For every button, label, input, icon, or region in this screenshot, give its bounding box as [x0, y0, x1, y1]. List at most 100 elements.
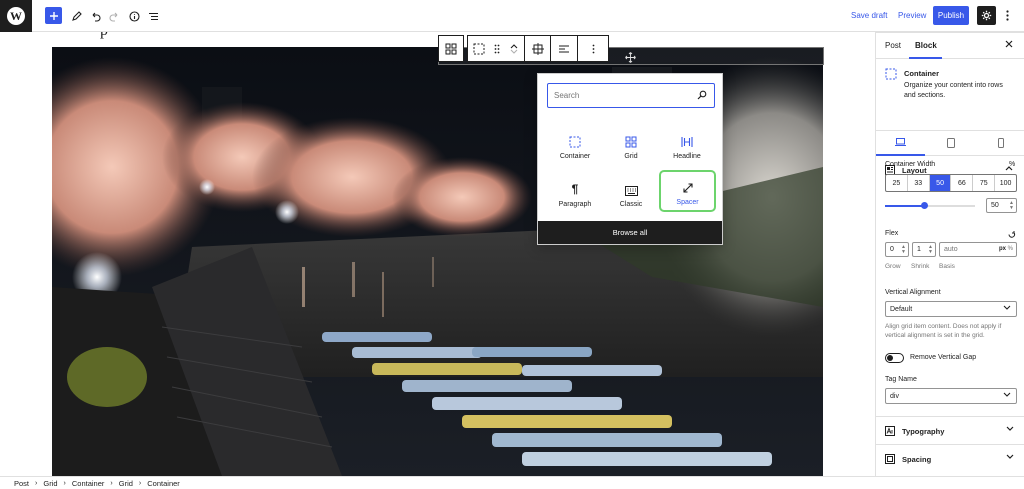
block-breadcrumb: Post › Grid › Container › Grid › Contain… [0, 476, 1024, 489]
block-name: Container [904, 69, 940, 78]
stepper-arrows-icon[interactable]: ▲ ▼ [901, 245, 906, 255]
change-alignment-button[interactable] [525, 36, 551, 61]
details-button[interactable] [124, 6, 144, 26]
close-sidebar-button[interactable] [1005, 39, 1013, 51]
width-option-100[interactable]: 100 [995, 175, 1016, 191]
width-option-75[interactable]: 75 [973, 175, 996, 191]
reset-icon[interactable] [1007, 230, 1016, 239]
browse-all-button[interactable]: Browse all [538, 221, 722, 244]
width-option-25[interactable]: 25 [886, 175, 908, 191]
chevron-down-icon [1003, 392, 1011, 397]
shrink-label: Shrink [911, 263, 930, 270]
breadcrumb-item-grid[interactable]: Grid [43, 479, 57, 488]
undo-icon [92, 12, 100, 22]
typography-icon [885, 426, 895, 436]
classic-icon [624, 186, 638, 196]
inserter-item-paragraph[interactable]: ¶ Paragraph [548, 174, 602, 216]
chevron-down-icon[interactable] [510, 49, 518, 55]
vertical-alignment-value: Default [890, 305, 913, 313]
remove-vertical-gap-label: Remove Vertical Gap [910, 354, 977, 361]
spacing-panel-header[interactable]: Spacing [876, 445, 1024, 473]
container-width-slider[interactable] [885, 202, 975, 209]
breadcrumb-item-container[interactable]: Container [72, 479, 105, 488]
tablet-icon [946, 138, 955, 148]
close-icon [1005, 40, 1013, 48]
settings-button[interactable] [977, 6, 996, 25]
tag-name-label: Tag Name [885, 376, 917, 383]
block-search-field[interactable] [547, 83, 715, 108]
inserter-item-classic[interactable]: Classic [604, 174, 658, 216]
chevron-down-icon [1003, 305, 1011, 310]
block-toolbar [467, 35, 609, 62]
drag-handle[interactable] [490, 36, 504, 61]
chevron-down-icon [1006, 454, 1014, 459]
inserter-item-container[interactable]: Container [548, 126, 602, 168]
list-view-button[interactable] [143, 6, 163, 26]
breadcrumb-item-post[interactable]: Post [14, 479, 29, 488]
block-search-input[interactable] [554, 88, 684, 103]
container-width-presets: 25 33 50 66 75 100 [885, 174, 1017, 192]
save-draft-button[interactable]: Save draft [851, 11, 887, 20]
toggle-knob [887, 355, 893, 361]
grow-label: Grow [885, 263, 901, 270]
select-parent-grid-button[interactable] [439, 36, 463, 61]
flex-basis-input[interactable]: auto px % [939, 242, 1017, 257]
preview-button[interactable]: Preview [898, 11, 926, 20]
quick-inserter-popover: Container Grid Headline ¶ Paragraph Clas… [537, 73, 723, 245]
block-type-button[interactable] [468, 36, 490, 61]
options-menu-button[interactable] [1000, 6, 1014, 25]
device-desktop-tab[interactable] [876, 130, 925, 156]
tag-name-select[interactable]: div [885, 388, 1017, 404]
flex-shrink-input[interactable]: 1 ▲ ▼ [912, 242, 936, 257]
container-width-input[interactable]: 50 ▲ ▼ [986, 198, 1017, 213]
inserter-item-headline[interactable]: Headline [660, 126, 714, 168]
stepper-arrows-icon[interactable]: ▲ ▼ [928, 245, 933, 255]
vertical-alignment-select[interactable]: Default [885, 301, 1017, 317]
wordpress-logo-button[interactable]: W [0, 0, 32, 32]
stepper-arrows-icon[interactable]: ▲ ▼ [1009, 201, 1014, 211]
post-title-fragment[interactable]: p [100, 32, 108, 40]
percent-unit-icon: % [1007, 246, 1013, 252]
block-options-button[interactable] [578, 36, 608, 61]
slider-fill [885, 205, 925, 207]
container-icon [473, 43, 485, 54]
remove-vertical-gap-toggle[interactable] [885, 353, 904, 363]
tab-post[interactable]: Post [885, 41, 901, 50]
drag-handle-icon [494, 44, 500, 53]
flex-grow-input[interactable]: 0 ▲ ▼ [885, 242, 909, 257]
device-tablet-tab[interactable] [926, 130, 975, 156]
typography-panel-header[interactable]: Typography [876, 417, 1024, 445]
text-align-button[interactable] [551, 36, 577, 61]
redo-icon [109, 12, 117, 22]
redo-button[interactable] [104, 6, 124, 26]
editor-canvas[interactable]: p [0, 32, 875, 476]
wordpress-logo-icon: W [7, 7, 25, 25]
more-vertical-icon [1005, 10, 1009, 21]
flex-shrink-value: 1 [917, 246, 921, 253]
undo-button[interactable] [85, 6, 105, 26]
width-option-66[interactable]: 66 [951, 175, 974, 191]
breadcrumb-item-grid[interactable]: Grid [119, 479, 133, 488]
inserter-item-spacer[interactable]: Spacer [659, 170, 716, 212]
block-card: Container Organize your content into row… [876, 59, 1024, 131]
flex-basis-unit-select[interactable]: px [999, 246, 1006, 252]
inserter-item-label: Classic [619, 201, 643, 208]
inserter-item-label: Grid [624, 153, 638, 160]
width-option-50[interactable]: 50 [929, 175, 952, 191]
tab-block[interactable]: Block [915, 41, 937, 50]
chevron-down-icon [1006, 426, 1014, 431]
align-left-icon [559, 44, 570, 53]
chevron-right-icon: › [63, 479, 66, 487]
device-mobile-tab[interactable] [976, 130, 1024, 156]
slider-thumb[interactable] [921, 202, 928, 209]
container-icon [885, 68, 897, 80]
width-option-33[interactable]: 33 [908, 175, 930, 191]
breadcrumb-item-container[interactable]: Container [147, 479, 180, 488]
move-buttons [504, 36, 524, 61]
container-width-label: Container Width [885, 161, 936, 168]
add-block-button[interactable] [45, 7, 62, 24]
tools-button[interactable] [66, 6, 86, 26]
sidebar-tabs: Post Block [876, 32, 1024, 59]
inserter-item-grid[interactable]: Grid [604, 126, 658, 168]
publish-button[interactable]: Publish [933, 6, 969, 25]
